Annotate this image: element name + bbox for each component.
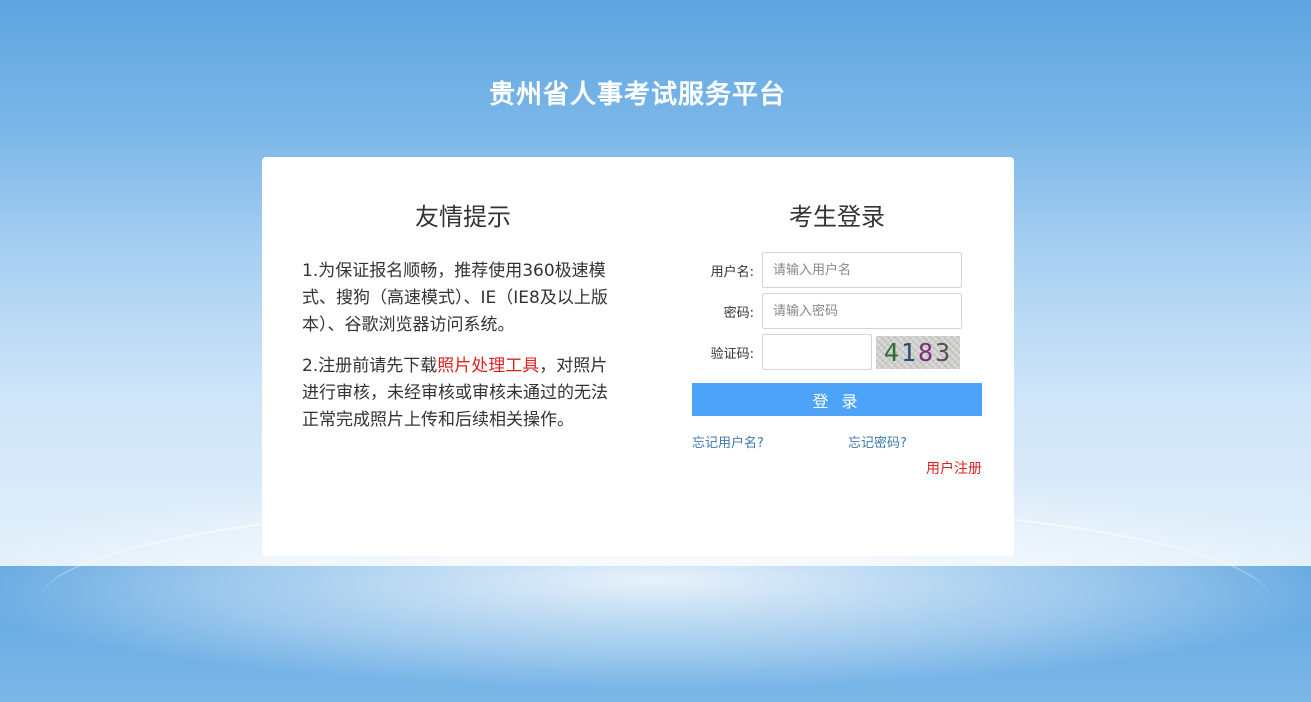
captcha-char: 4	[883, 337, 901, 367]
tips-title: 友情提示	[415, 203, 511, 231]
tip-item-2-prefix: 2.注册前请先下载	[302, 356, 438, 376]
photo-tool-link[interactable]: 照片处理工具	[437, 356, 539, 376]
captcha-char: 1	[900, 337, 918, 367]
tip-item-1: 1.为保证报名顺畅，推荐使用360极速模式、搜狗（高速模式）、IE（IE8及以上…	[302, 261, 608, 335]
captcha-label: 验证码:	[710, 346, 754, 362]
username-input[interactable]	[762, 252, 962, 288]
password-row: 密码:	[692, 293, 962, 329]
main-card: 友情提示 1.为保证报名顺畅，推荐使用360极速模式、搜狗（高速模式）、IE（I…	[262, 157, 1014, 556]
username-row: 用户名:	[692, 252, 962, 288]
login-panel: 考生登录 用户名: 密码: 验证码: 4183 登 录 忘记用户名? 忘记密码?…	[692, 197, 982, 477]
login-title: 考生登录	[789, 203, 885, 231]
register-link[interactable]: 用户注册	[926, 458, 982, 478]
password-label: 密码:	[723, 305, 754, 321]
site-title: 贵州省人事考试服务平台	[488, 80, 786, 110]
tips-panel: 友情提示 1.为保证报名顺畅，推荐使用360极速模式、搜狗（高速模式）、IE（I…	[302, 197, 624, 448]
captcha-row: 验证码: 4183	[692, 334, 960, 370]
captcha-char: 8	[918, 337, 936, 367]
forgot-password-link[interactable]: 忘记密码?	[848, 432, 907, 451]
password-input[interactable]	[762, 293, 962, 329]
captcha-input[interactable]	[762, 334, 872, 370]
tip-item-2: 2.注册前请先下载照片处理工具，对照片进行审核，未经审核或审核未通过的无法正常完…	[302, 353, 624, 434]
username-label: 用户名:	[710, 264, 754, 280]
forgot-username-link[interactable]: 忘记用户名?	[692, 432, 764, 451]
captcha-char: 3	[935, 337, 953, 367]
captcha-image[interactable]: 4183	[876, 335, 960, 369]
login-button[interactable]: 登 录	[692, 383, 982, 416]
